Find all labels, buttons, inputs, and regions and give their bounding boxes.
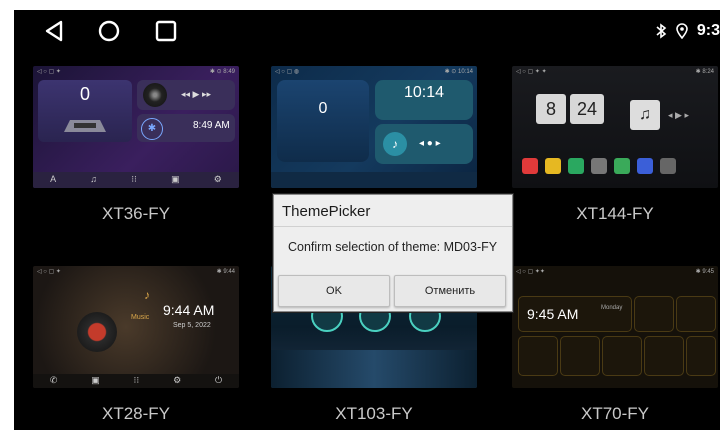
speed-value: 0 (79, 84, 90, 104)
theme-caption-xt36: XT36-FY (101, 204, 171, 223)
theme-caption-xt103: XT103-FY (335, 404, 413, 423)
preview-dock (271, 172, 477, 188)
preview-clock: 9:44 AM (163, 302, 215, 318)
music-note-icon: ♫ (630, 100, 660, 130)
video-cell (686, 336, 716, 376)
music-card: ◂◂ ▶ ▸▸ (137, 80, 235, 110)
back-icon[interactable] (42, 19, 66, 43)
speed-panel: 0 (277, 80, 369, 162)
bluetooth-icon (656, 23, 667, 39)
preview-clock: 8:49 AM (193, 120, 230, 131)
clock-card: ✱ 8:49 AM (137, 114, 235, 142)
clock-cell: 9:45 AM Monday (518, 296, 632, 332)
preview-status: ◁ ○ ▢ ✦ ✱ 9:44 (37, 269, 235, 275)
preview-clock: 9:45 AM (527, 306, 579, 322)
music-panel: ♪ ◂ ● ▸ (375, 124, 473, 164)
status-bar: 9:3 (14, 10, 720, 50)
preview-status: ◁ ○ ▢ ✦ ✦ ✱ 8:24 (516, 69, 714, 75)
home-icon[interactable] (97, 19, 121, 43)
ok-button[interactable]: OK (278, 275, 390, 307)
bt-music-cell (644, 336, 684, 376)
theme-preview-xt144[interactable]: ◁ ○ ▢ ✦ ✦ ✱ 8:24 8 24 ♫ ◂ ▶ ▸ (512, 66, 718, 188)
cancel-button[interactable]: Отменить (394, 275, 506, 307)
location-icon (676, 23, 688, 39)
dialog-title: ThemePicker (282, 203, 371, 220)
recents-icon[interactable] (154, 19, 178, 43)
app-row (522, 158, 676, 174)
dialog-divider (274, 226, 512, 227)
preview-dock: ✆ ▣ ⁝⁝ ⚙ ⏻ (33, 374, 239, 388)
theme-preview-md03[interactable]: ◁ ○ ▢ ◍ ✱ ⊙ 10:14 0 10:14 ♪ ◂ ● ▸ (271, 66, 477, 188)
road-graphic (271, 350, 477, 388)
theme-caption-xt28: XT28-FY (101, 404, 171, 423)
theme-caption-xt144: XT144-FY (576, 204, 654, 223)
launcher-screen: 9:3 ◁ ○ ▢ ✦ ✱ ⊙ 8:49 0 ◂◂ ▶ ▸▸ ✱ 8:49 AM … (14, 10, 720, 430)
speed-value: 0 (318, 100, 328, 117)
preview-status: ◁ ○ ▢ ✦✦ ✱ 9:45 (516, 269, 714, 275)
status-indicators: 9:3 (655, 20, 720, 42)
settings-cell (676, 296, 716, 332)
preview-status: ◁ ○ ▢ ✦ ✱ ⊙ 8:49 (37, 69, 235, 75)
speedometer-card: 0 (38, 80, 132, 142)
preview-day: Monday (601, 305, 623, 311)
theme-caption-xt70: XT70-FY (580, 404, 650, 423)
car-icon (64, 120, 106, 132)
music-note-icon: ♪ (144, 288, 150, 302)
music-label: Music (131, 314, 150, 321)
preview-dock: A ♫ ⁝⁝ ▣ ⚙ (33, 172, 239, 188)
theme-preview-xt28[interactable]: ◁ ○ ▢ ✦ ✱ 9:44 ♪ Music 9:44 AM Sep 5, 202… (33, 266, 239, 388)
status-clock: 9:3 (696, 22, 720, 39)
clock-panel: 10:14 (375, 80, 473, 120)
theme-confirm-dialog: ThemePicker Confirm selection of theme: … (273, 194, 513, 312)
theme-preview-xt70[interactable]: ◁ ○ ▢ ✦✦ ✱ 9:45 9:45 AM Monday (512, 266, 718, 388)
preview-date: Sep 5, 2022 (173, 322, 211, 329)
preview-clock: 10:14 (403, 84, 445, 101)
flip-clock-minute: 24 (570, 94, 604, 124)
music-cell (602, 336, 642, 376)
preview-status: ◁ ○ ▢ ◍ ✱ ⊙ 10:14 (275, 69, 473, 75)
dialog-message: Confirm selection of theme: MD03-FY (288, 240, 498, 254)
bluetooth-cell (634, 296, 674, 332)
radio-cell (560, 336, 600, 376)
flip-clock-hour: 8 (536, 94, 566, 124)
theme-preview-xt36[interactable]: ◁ ○ ▢ ✦ ✱ ⊙ 8:49 0 ◂◂ ▶ ▸▸ ✱ 8:49 AM A ♫ ⁝⁝… (33, 66, 239, 188)
vinyl-icon (77, 312, 117, 352)
navi-cell (518, 336, 558, 376)
